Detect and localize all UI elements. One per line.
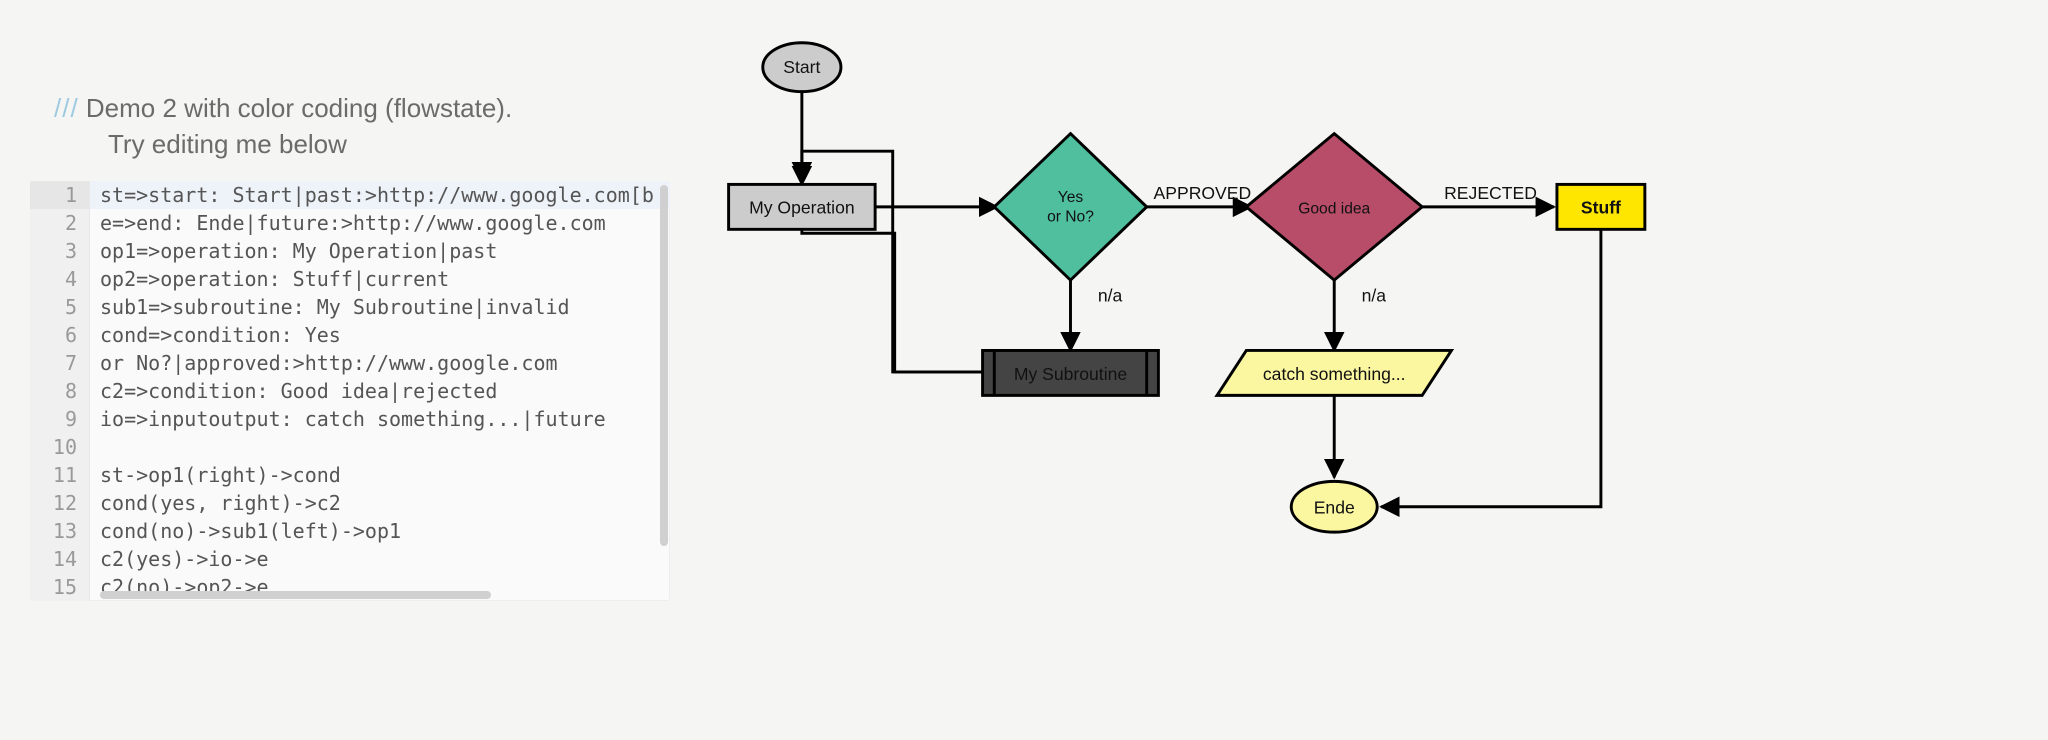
title-line1: Demo 2 with color coding (flowstate). (86, 93, 512, 123)
svg-text:or No?: or No? (1047, 209, 1094, 226)
line-number: 11 (30, 461, 90, 489)
line-number: 12 (30, 489, 90, 517)
flowchart-svg: Start My Operation Yes or No? APPROVED (670, 20, 2018, 720)
line-number: 14 (30, 545, 90, 573)
editor-line[interactable]: 12cond(yes, right)->c2 (30, 489, 670, 517)
line-number: 2 (30, 209, 90, 237)
editor-line[interactable]: 13cond(no)->sub1(left)->op1 (30, 517, 670, 545)
title-slashes: /// (54, 93, 79, 123)
node-op1[interactable]: My Operation (729, 184, 876, 229)
line-number: 6 (30, 321, 90, 349)
editor-line[interactable]: 6cond=>condition: Yes (30, 321, 670, 349)
node-start[interactable]: Start (763, 43, 841, 92)
line-number: 8 (30, 377, 90, 405)
label-c2-no: n/a (1362, 286, 1387, 306)
editor-line[interactable]: 11st->op1(right)->cond (30, 461, 670, 489)
line-number: 9 (30, 405, 90, 433)
line-code[interactable]: op1=>operation: My Operation|past (90, 237, 497, 265)
svg-text:Yes: Yes (1058, 189, 1084, 206)
line-code[interactable]: op2=>operation: Stuff|current (90, 265, 449, 293)
code-editor[interactable]: 1st=>start: Start|past:>http://www.googl… (30, 181, 670, 601)
editor-line[interactable]: 9io=>inputoutput: catch something...|fut… (30, 405, 670, 433)
editor-line[interactable]: 1st=>start: Start|past:>http://www.googl… (30, 181, 670, 209)
svg-text:Start: Start (783, 57, 820, 77)
horizontal-scrollbar-thumb[interactable] (100, 591, 491, 599)
vertical-scrollbar-thumb[interactable] (660, 185, 668, 546)
editor-line[interactable]: 2e=>end: Ende|future:>http://www.google.… (30, 209, 670, 237)
title-line2: Try editing me below (54, 126, 670, 162)
line-number: 4 (30, 265, 90, 293)
line-code[interactable]: st=>start: Start|past:>http://www.google… (90, 181, 670, 209)
line-number: 3 (30, 237, 90, 265)
line-number: 15 (30, 573, 90, 601)
node-io[interactable]: catch something... (1217, 350, 1451, 395)
label-rejected: REJECTED (1444, 183, 1537, 203)
node-end[interactable]: Ende (1291, 481, 1377, 532)
line-code[interactable]: e=>end: Ende|future:>http://www.google.c… (90, 209, 606, 237)
editor-line[interactable]: 3op1=>operation: My Operation|past (30, 237, 670, 265)
line-code[interactable]: or No?|approved:>http://www.google.com (90, 349, 558, 377)
editor-line[interactable]: 14c2(yes)->io->e (30, 545, 670, 573)
node-op2[interactable]: Stuff (1557, 184, 1645, 229)
line-number: 13 (30, 517, 90, 545)
line-code[interactable]: c2=>condition: Good idea|rejected (90, 377, 497, 405)
line-code[interactable]: cond=>condition: Yes (90, 321, 341, 349)
editor-line[interactable]: 10 (30, 433, 670, 461)
label-cond-no: n/a (1098, 286, 1123, 306)
node-cond[interactable]: Yes or No? (994, 134, 1146, 281)
svg-text:My Subroutine: My Subroutine (1014, 364, 1127, 384)
label-approved: APPROVED (1154, 183, 1252, 203)
editor-line[interactable]: 7or No?|approved:>http://www.google.com (30, 349, 670, 377)
horizontal-scrollbar[interactable] (100, 591, 658, 599)
vertical-scrollbar[interactable] (660, 185, 668, 565)
line-code[interactable] (90, 433, 100, 461)
demo-title: /// Demo 2 with color coding (flowstate)… (30, 90, 670, 163)
line-code[interactable]: c2(yes)->io->e (90, 545, 269, 573)
svg-text:Ende: Ende (1314, 498, 1355, 518)
line-code[interactable]: cond(no)->sub1(left)->op1 (90, 517, 401, 545)
line-code[interactable]: st->op1(right)->cond (90, 461, 341, 489)
svg-text:catch something...: catch something... (1263, 364, 1406, 384)
line-number: 7 (30, 349, 90, 377)
node-sub1[interactable]: My Subroutine (983, 350, 1159, 395)
line-number: 10 (30, 433, 90, 461)
line-number: 5 (30, 293, 90, 321)
line-code[interactable]: io=>inputoutput: catch something...|futu… (90, 405, 606, 433)
svg-text:Good idea: Good idea (1298, 201, 1370, 218)
editor-line[interactable]: 8c2=>condition: Good idea|rejected (30, 377, 670, 405)
flowchart-panel: Start My Operation Yes or No? APPROVED (670, 20, 2018, 720)
editor-line[interactable]: 5sub1=>subroutine: My Subroutine|invalid (30, 293, 670, 321)
editor-panel: /// Demo 2 with color coding (flowstate)… (30, 20, 670, 720)
line-code[interactable]: sub1=>subroutine: My Subroutine|invalid (90, 293, 570, 321)
line-code[interactable]: cond(yes, right)->c2 (90, 489, 341, 517)
editor-line[interactable]: 4op2=>operation: Stuff|current (30, 265, 670, 293)
line-number: 1 (30, 181, 90, 209)
svg-text:My Operation: My Operation (749, 198, 855, 218)
node-c2[interactable]: Good idea (1246, 134, 1422, 281)
svg-text:Stuff: Stuff (1581, 198, 1621, 218)
